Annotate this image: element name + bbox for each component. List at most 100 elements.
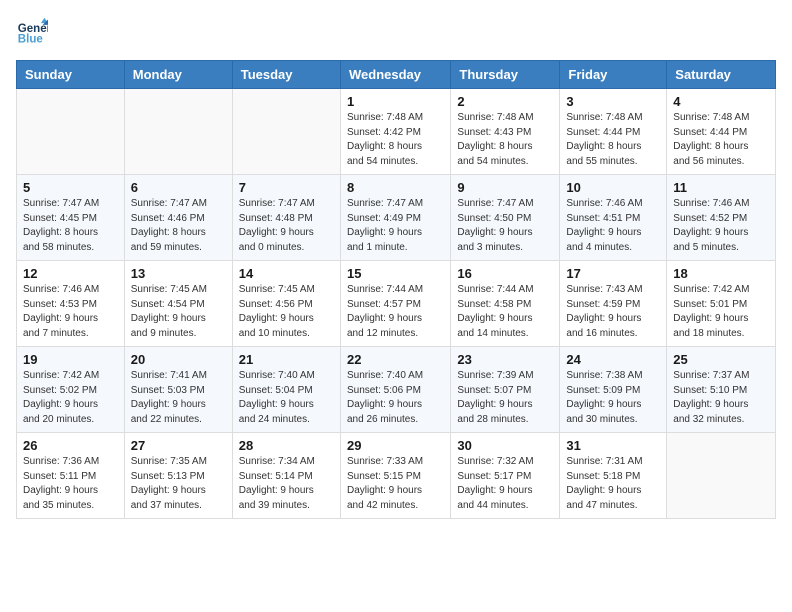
day-info: Sunrise: 7:45 AM Sunset: 4:54 PM Dayligh… [131, 283, 226, 341]
calendar-cell: 28Sunrise: 7:34 AM Sunset: 5:14 PM Dayli… [232, 433, 340, 519]
calendar-cell: 7Sunrise: 7:47 AM Sunset: 4:48 PM Daylig… [232, 175, 340, 261]
day-info: Sunrise: 7:47 AM Sunset: 4:49 PM Dayligh… [347, 197, 444, 255]
logo-icon: General Blue [16, 16, 48, 48]
day-info: Sunrise: 7:43 AM Sunset: 4:59 PM Dayligh… [566, 283, 660, 341]
calendar-cell: 22 Sunrise: 7:40 AM Sunset: 5:06 PM Dayli… [340, 347, 450, 433]
calendar-cell: 1 Sunrise: 7:48 AM Sunset: 4:42 PM Daylig… [340, 89, 450, 175]
day-info: Sunrise: 7:34 AM Sunset: 5:14 PM Dayligh… [239, 455, 334, 513]
calendar-header-row: SundayMondayTuesdayWednesdayThursdayFrid… [17, 61, 776, 89]
calendar-cell: 8 Sunrise: 7:47 AM Sunset: 4:49 PM Daylig… [340, 175, 450, 261]
day-info: Sunrise: 7:47 AM Sunset: 4:50 PM Dayligh… [457, 197, 553, 255]
calendar-cell: 14Sunrise: 7:45 AM Sunset: 4:56 PM Dayli… [232, 261, 340, 347]
day-number: 10 [566, 180, 660, 195]
day-info: Sunrise: 7:46 AM Sunset: 4:53 PM Dayligh… [23, 283, 118, 341]
day-number: 7 [239, 180, 334, 195]
day-info: Sunrise: 7:42 AM Sunset: 5:01 PM Dayligh… [673, 283, 769, 341]
calendar-week-2: 5 Sunrise: 7:47 AM Sunset: 4:45 PM Daylig… [17, 175, 776, 261]
day-info: Sunrise: 7:39 AM Sunset: 5:07 PM Dayligh… [457, 369, 553, 427]
day-info: Sunrise: 7:36 AM Sunset: 5:11 PM Dayligh… [23, 455, 118, 513]
calendar-cell: 10 Sunrise: 7:46 AM Sunset: 4:51 PM Dayli… [560, 175, 667, 261]
logo: General Blue [16, 16, 52, 48]
day-number: 31 [566, 438, 660, 453]
day-number: 19 [23, 352, 118, 367]
day-number: 15 [347, 266, 444, 281]
calendar-cell: 24Sunrise: 7:38 AM Sunset: 5:09 PM Dayli… [560, 347, 667, 433]
day-number: 26 [23, 438, 118, 453]
day-header-thursday: Thursday [451, 61, 560, 89]
calendar-cell [124, 89, 232, 175]
calendar-cell: 16Sunrise: 7:44 AM Sunset: 4:58 PM Dayli… [451, 261, 560, 347]
day-number: 13 [131, 266, 226, 281]
page-header: General Blue [16, 16, 776, 48]
calendar-week-5: 26 Sunrise: 7:36 AM Sunset: 5:11 PM Dayli… [17, 433, 776, 519]
day-number: 29 [347, 438, 444, 453]
calendar-cell: 30 Sunrise: 7:32 AM Sunset: 5:17 PM Dayli… [451, 433, 560, 519]
calendar-cell: 13 Sunrise: 7:45 AM Sunset: 4:54 PM Dayli… [124, 261, 232, 347]
day-info: Sunrise: 7:33 AM Sunset: 5:15 PM Dayligh… [347, 455, 444, 513]
day-number: 14 [239, 266, 334, 281]
day-header-friday: Friday [560, 61, 667, 89]
calendar-cell: 12Sunrise: 7:46 AM Sunset: 4:53 PM Dayli… [17, 261, 125, 347]
day-number: 16 [457, 266, 553, 281]
calendar-cell [17, 89, 125, 175]
day-number: 8 [347, 180, 444, 195]
calendar-cell: 17 Sunrise: 7:43 AM Sunset: 4:59 PM Dayli… [560, 261, 667, 347]
calendar-cell: 21 Sunrise: 7:40 AM Sunset: 5:04 PM Dayli… [232, 347, 340, 433]
day-info: Sunrise: 7:46 AM Sunset: 4:51 PM Dayligh… [566, 197, 660, 255]
calendar-cell: 2 Sunrise: 7:48 AM Sunset: 4:43 PM Daylig… [451, 89, 560, 175]
day-number: 27 [131, 438, 226, 453]
day-header-saturday: Saturday [667, 61, 776, 89]
day-info: Sunrise: 7:38 AM Sunset: 5:09 PM Dayligh… [566, 369, 660, 427]
day-number: 2 [457, 94, 553, 109]
calendar-cell: 19 Sunrise: 7:42 AM Sunset: 5:02 PM Dayli… [17, 347, 125, 433]
calendar-cell: 18 Sunrise: 7:42 AM Sunset: 5:01 PM Dayli… [667, 261, 776, 347]
day-info: Sunrise: 7:32 AM Sunset: 5:17 PM Dayligh… [457, 455, 553, 513]
day-number: 22 [347, 352, 444, 367]
calendar-table: SundayMondayTuesdayWednesdayThursdayFrid… [16, 60, 776, 519]
calendar-cell [667, 433, 776, 519]
day-number: 18 [673, 266, 769, 281]
day-number: 5 [23, 180, 118, 195]
day-info: Sunrise: 7:48 AM Sunset: 4:43 PM Dayligh… [457, 111, 553, 169]
calendar-cell: 9 Sunrise: 7:47 AM Sunset: 4:50 PM Daylig… [451, 175, 560, 261]
calendar-cell [232, 89, 340, 175]
day-number: 30 [457, 438, 553, 453]
day-header-sunday: Sunday [17, 61, 125, 89]
calendar-cell: 27Sunrise: 7:35 AM Sunset: 5:13 PM Dayli… [124, 433, 232, 519]
day-number: 9 [457, 180, 553, 195]
day-info: Sunrise: 7:41 AM Sunset: 5:03 PM Dayligh… [131, 369, 226, 427]
calendar-cell: 23 Sunrise: 7:39 AM Sunset: 5:07 PM Dayli… [451, 347, 560, 433]
day-info: Sunrise: 7:37 AM Sunset: 5:10 PM Dayligh… [673, 369, 769, 427]
day-info: Sunrise: 7:40 AM Sunset: 5:04 PM Dayligh… [239, 369, 334, 427]
day-info: Sunrise: 7:31 AM Sunset: 5:18 PM Dayligh… [566, 455, 660, 513]
calendar-cell: 25 Sunrise: 7:37 AM Sunset: 5:10 PM Dayli… [667, 347, 776, 433]
day-number: 1 [347, 94, 444, 109]
day-info: Sunrise: 7:40 AM Sunset: 5:06 PM Dayligh… [347, 369, 444, 427]
calendar-cell: 31 Sunrise: 7:31 AM Sunset: 5:18 PM Dayli… [560, 433, 667, 519]
day-number: 23 [457, 352, 553, 367]
day-info: Sunrise: 7:48 AM Sunset: 4:44 PM Dayligh… [673, 111, 769, 169]
calendar-cell: 3Sunrise: 7:48 AM Sunset: 4:44 PM Daylig… [560, 89, 667, 175]
day-info: Sunrise: 7:48 AM Sunset: 4:42 PM Dayligh… [347, 111, 444, 169]
day-header-wednesday: Wednesday [340, 61, 450, 89]
day-info: Sunrise: 7:46 AM Sunset: 4:52 PM Dayligh… [673, 197, 769, 255]
day-number: 17 [566, 266, 660, 281]
day-number: 21 [239, 352, 334, 367]
day-info: Sunrise: 7:44 AM Sunset: 4:57 PM Dayligh… [347, 283, 444, 341]
calendar-cell: 5 Sunrise: 7:47 AM Sunset: 4:45 PM Daylig… [17, 175, 125, 261]
day-info: Sunrise: 7:47 AM Sunset: 4:45 PM Dayligh… [23, 197, 118, 255]
calendar-cell: 26 Sunrise: 7:36 AM Sunset: 5:11 PM Dayli… [17, 433, 125, 519]
calendar-cell: 29 Sunrise: 7:33 AM Sunset: 5:15 PM Dayli… [340, 433, 450, 519]
day-number: 6 [131, 180, 226, 195]
calendar-cell: 11 Sunrise: 7:46 AM Sunset: 4:52 PM Dayli… [667, 175, 776, 261]
day-number: 20 [131, 352, 226, 367]
calendar-week-4: 19 Sunrise: 7:42 AM Sunset: 5:02 PM Dayli… [17, 347, 776, 433]
day-number: 11 [673, 180, 769, 195]
svg-text:Blue: Blue [18, 34, 44, 46]
day-number: 25 [673, 352, 769, 367]
calendar-cell: 15 Sunrise: 7:44 AM Sunset: 4:57 PM Dayli… [340, 261, 450, 347]
day-header-monday: Monday [124, 61, 232, 89]
day-info: Sunrise: 7:42 AM Sunset: 5:02 PM Dayligh… [23, 369, 118, 427]
day-info: Sunrise: 7:47 AM Sunset: 4:46 PM Dayligh… [131, 197, 226, 255]
calendar-cell: 6 Sunrise: 7:47 AM Sunset: 4:46 PM Daylig… [124, 175, 232, 261]
